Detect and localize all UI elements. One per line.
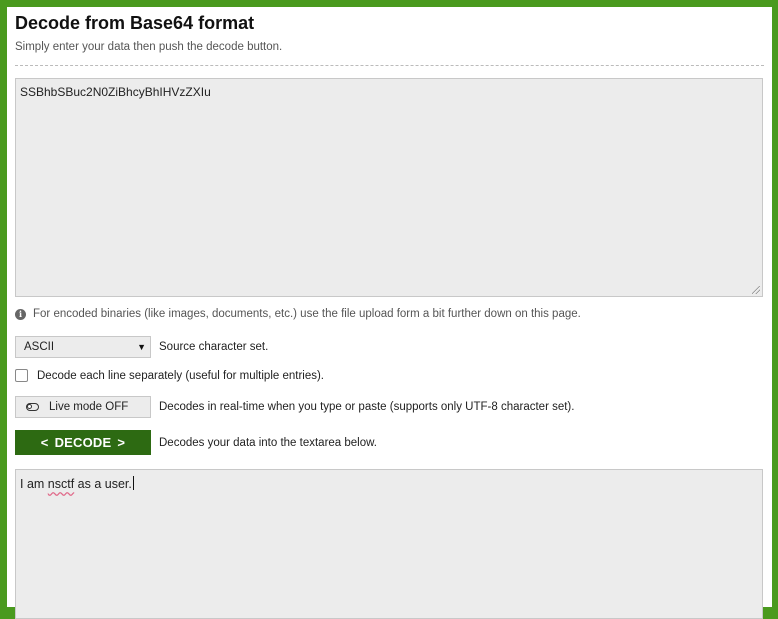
charset-row: ASCII ▼ Source character set.	[15, 336, 268, 358]
decode-button-label: DECODE	[54, 435, 112, 450]
main-panel: Decode from Base64 format Simply enter y…	[7, 7, 772, 619]
line-mode-row: Decode each line separately (useful for …	[15, 369, 324, 382]
page-subtitle: Simply enter your data then push the dec…	[15, 41, 283, 53]
decode-row: < DECODE > Decodes your data into the te…	[15, 430, 377, 455]
decode-description: Decodes your data into the textarea belo…	[159, 436, 378, 449]
output-text-suffix: as a user.	[74, 477, 132, 491]
chevron-left-icon: <	[40, 435, 49, 450]
input-text: SSBhbSBuc2N0ZiBhcyBhIHVzZXIu	[20, 85, 211, 99]
page-title: Decode from Base64 format	[15, 13, 255, 33]
line-mode-checkbox[interactable]	[15, 369, 28, 382]
resize-handle-icon[interactable]	[752, 286, 760, 294]
info-icon: i	[15, 308, 26, 320]
dropdown-arrow-icon: ▼	[137, 342, 146, 352]
charset-selected: ASCII	[24, 341, 55, 353]
divider	[15, 65, 764, 66]
live-mode-label: Live mode OFF	[49, 401, 129, 413]
output-textarea[interactable]: I am nsctf as a user.	[15, 469, 763, 619]
upload-info: i For encoded binaries (like images, doc…	[15, 308, 581, 320]
input-textarea[interactable]: SSBhbSBuc2N0ZiBhcyBhIHVzZXIu	[15, 78, 763, 297]
charset-select[interactable]: ASCII ▼	[15, 336, 151, 358]
chevron-right-icon: >	[117, 435, 126, 450]
live-mode-description: Decodes in real-time when you type or pa…	[159, 401, 575, 413]
line-mode-label[interactable]: Decode each line separately (useful for …	[37, 370, 324, 382]
output-text-misspelled: nsctf	[47, 477, 75, 491]
output-text-prefix: I am	[20, 477, 48, 491]
live-mode-row: Live mode OFF Decodes in real-time when …	[15, 396, 574, 418]
decode-button[interactable]: < DECODE >	[15, 430, 151, 455]
upload-info-text: For encoded binaries (like images, docum…	[33, 308, 581, 320]
live-mode-button[interactable]: Live mode OFF	[15, 396, 151, 418]
text-cursor	[132, 476, 134, 490]
toggle-icon	[26, 403, 39, 411]
charset-description: Source character set.	[159, 341, 269, 353]
